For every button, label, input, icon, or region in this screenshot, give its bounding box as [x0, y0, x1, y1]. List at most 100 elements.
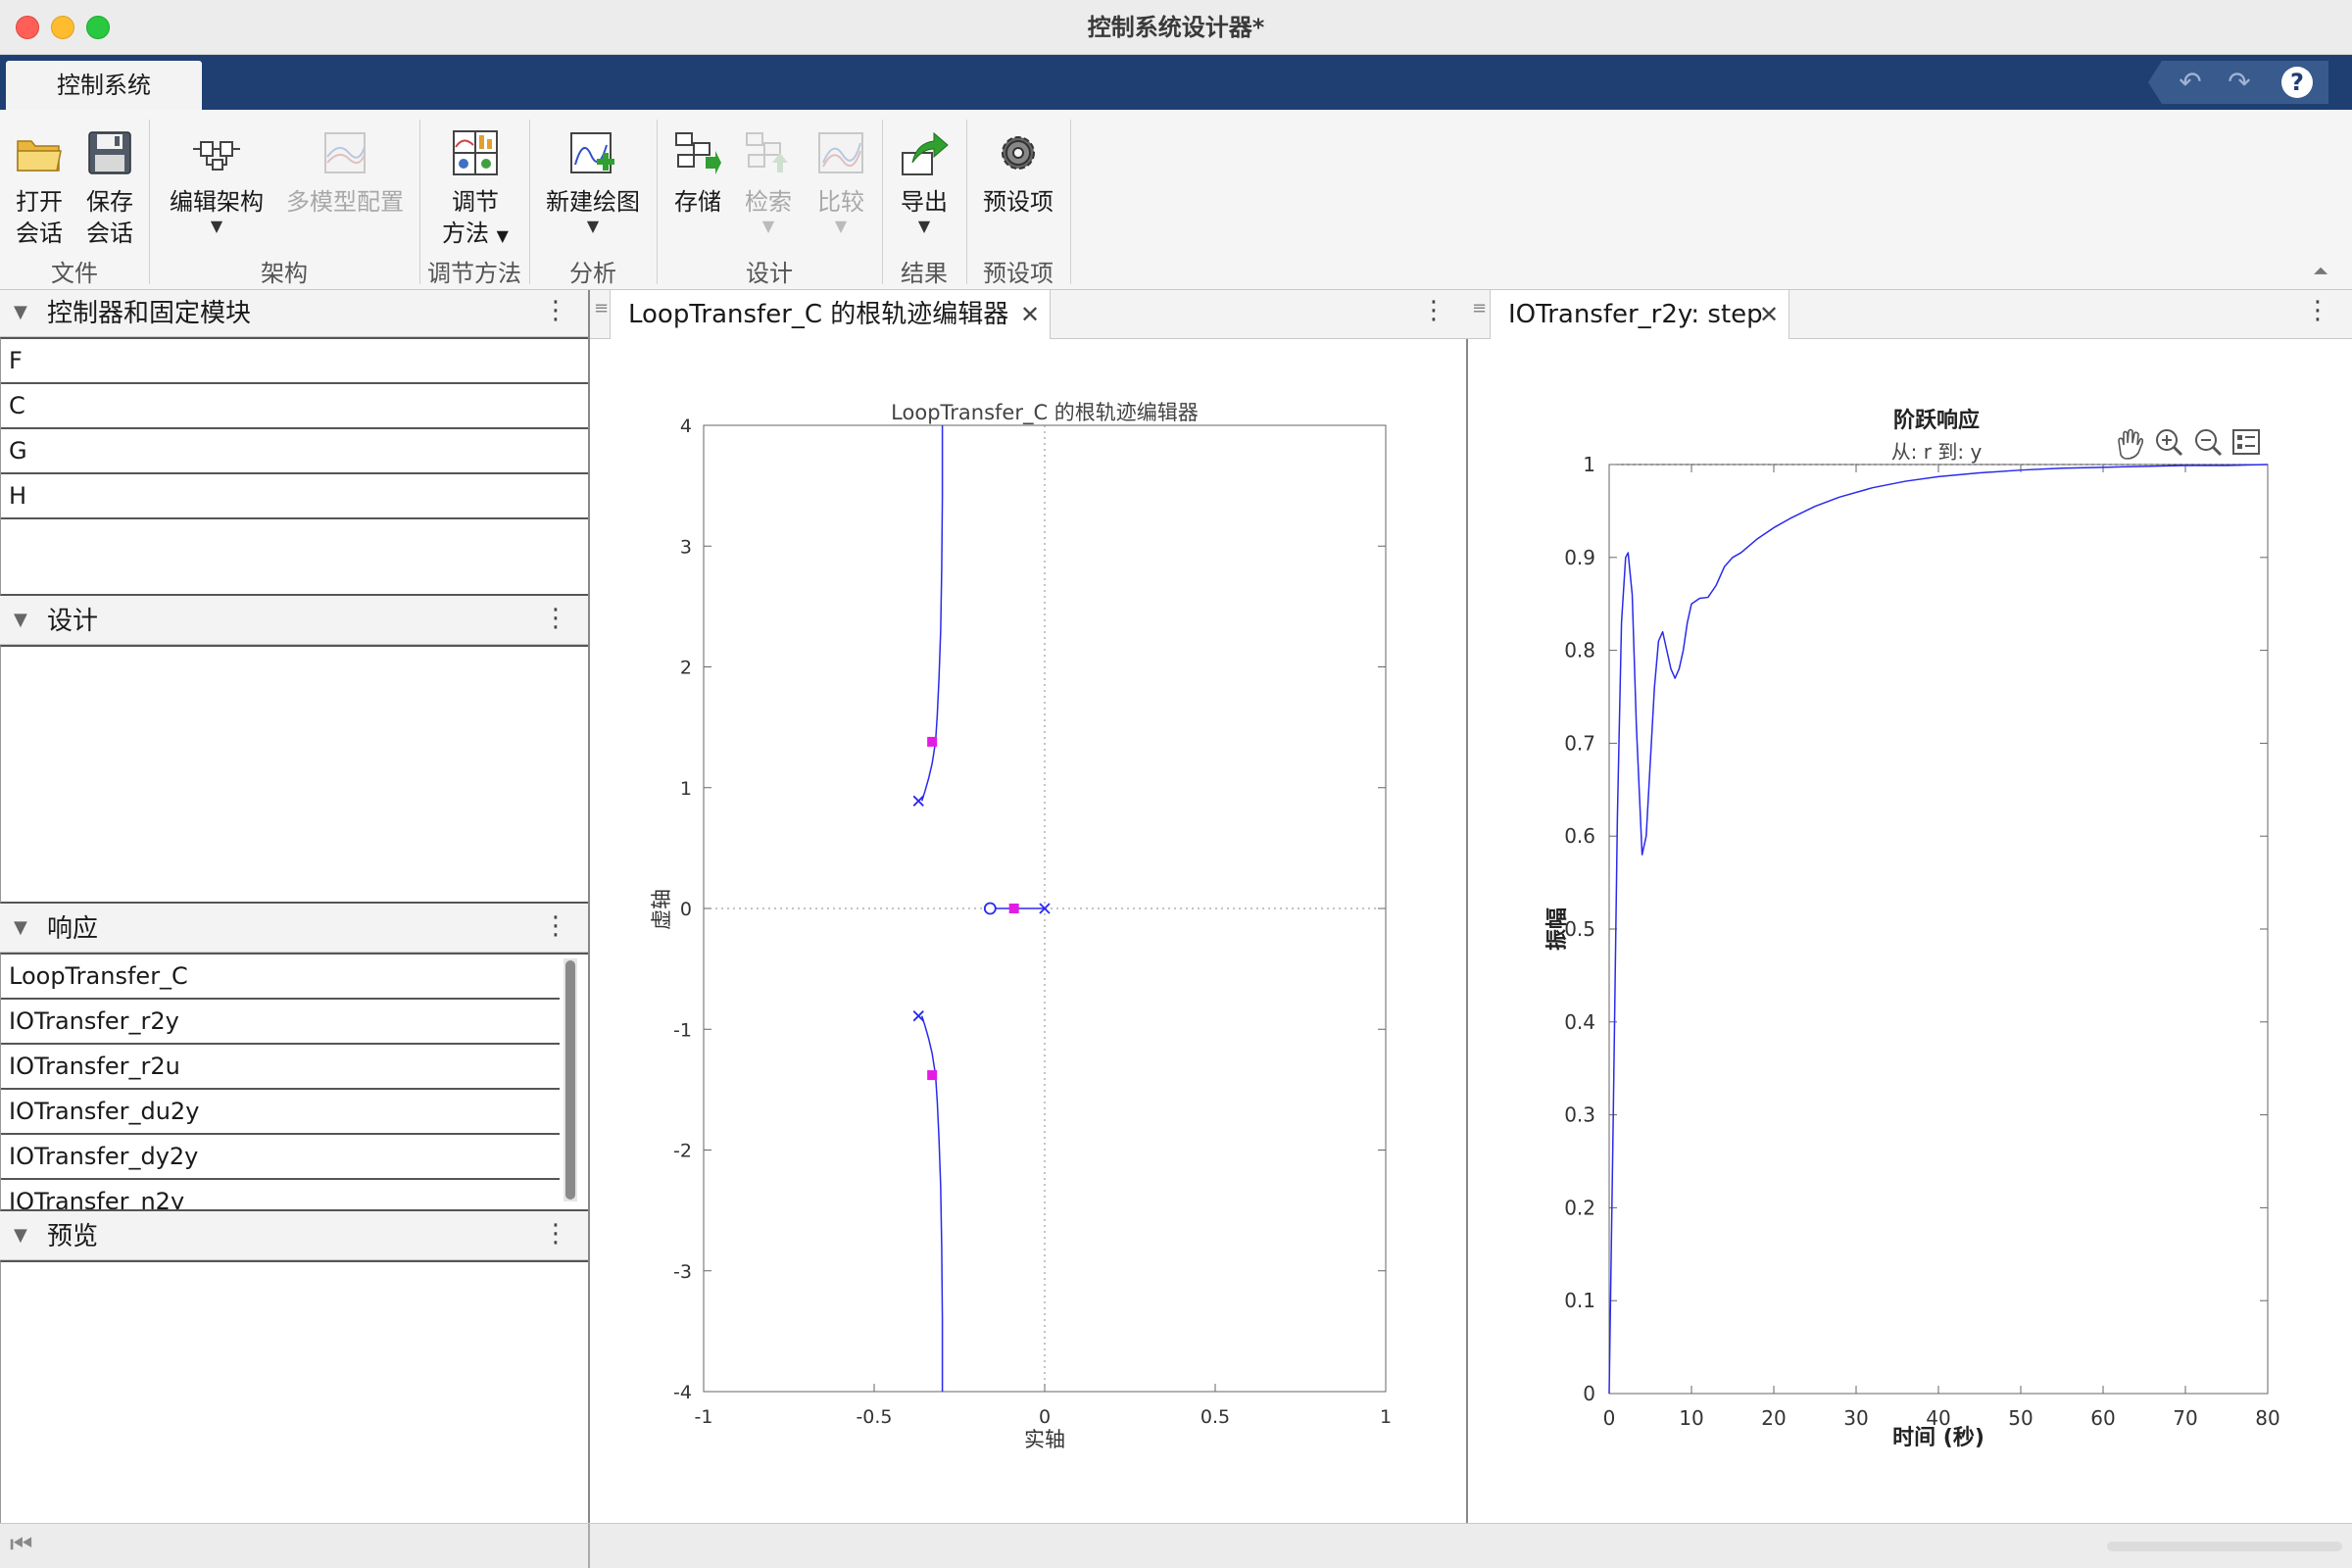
collapse-arrow-icon[interactable]: ▼ — [14, 302, 27, 322]
list-item-response[interactable]: IOTransfer_dy2y — [1, 1135, 560, 1180]
designs-list — [0, 645, 588, 904]
data-browser-panel: ▼ 控制器和固定模块 ⋮ F C G H ▼ 设计 ⋮ ▼ 响应 ⋮ LoopT… — [0, 290, 590, 1523]
preview-section-title: 预览 — [47, 1222, 99, 1251]
controllers-section-header[interactable]: ▼ 控制器和固定模块 ⋮ — [0, 290, 588, 337]
tab-root-locus-editor[interactable]: LoopTransfer_C 的根轨迹编辑器 ✕ — [610, 290, 1051, 339]
preferences-button[interactable]: 预设项 — [976, 127, 1060, 218]
export-button[interactable]: 导出 ▼ — [892, 127, 956, 235]
list-item-response[interactable]: LoopTransfer_C — [1, 955, 560, 1000]
horizontal-scroll-track[interactable] — [2107, 1542, 2342, 1551]
step-response-chart[interactable]: 阶跃响应 从: r 到: y 0 10 20 30 40 50 60 70 80… — [1468, 339, 2352, 1523]
tuning-methods-line1: 调节 — [452, 188, 499, 216]
x-tick-label: 30 — [1843, 1406, 1868, 1430]
step-response-tab-label: IOTransfer_r2y: step — [1508, 300, 1763, 329]
y-tick-label: 0 — [1583, 1382, 1595, 1405]
controllers-list: F C G H — [0, 337, 588, 596]
list-item-response[interactable]: IOTransfer_du2y — [1, 1090, 560, 1135]
zoom-out-icon[interactable] — [2195, 429, 2223, 457]
multi-model-config-button[interactable]: 多模型配置 — [284, 127, 406, 218]
retrieve-icon — [746, 132, 788, 172]
save-session-line2: 会话 — [86, 220, 133, 247]
closed-loop-pole-marker — [927, 1070, 938, 1081]
y-tick-label: 1 — [680, 778, 692, 800]
list-item-response[interactable]: IOTransfer_r2u — [1, 1045, 560, 1090]
collapse-arrow-icon[interactable]: ▼ — [14, 1225, 27, 1246]
store-design-button[interactable]: 存储 — [666, 127, 729, 218]
x-tick-label: -0.5 — [856, 1406, 892, 1428]
data-tips-icon[interactable] — [2232, 429, 2260, 455]
tab-control-system[interactable]: 控制系统 — [6, 61, 202, 110]
y-tick-label: 2 — [680, 658, 692, 679]
zoom-in-icon[interactable] — [2156, 429, 2183, 457]
close-icon[interactable]: ✕ — [1759, 290, 1779, 339]
x-tick-label: 60 — [2090, 1406, 2115, 1430]
save-session-button[interactable]: 保存 会话 — [80, 127, 139, 249]
open-loop-zero-marker — [983, 902, 997, 915]
open-session-button[interactable]: 打开 会话 — [10, 127, 69, 249]
compare-designs-button[interactable]: 比较 ▼ — [809, 127, 872, 235]
x-tick-label: 50 — [2008, 1406, 2033, 1430]
y-tick-label: 0 — [680, 899, 692, 920]
y-tick-label: 0.4 — [1564, 1010, 1595, 1034]
chevron-down-icon: ▼ — [761, 217, 775, 235]
block-diagram-icon — [193, 141, 240, 171]
folder-icon — [17, 140, 62, 172]
preview-section-header[interactable]: ▼ 预览 ⋮ — [0, 1213, 588, 1260]
more-options-icon[interactable]: ⋮ — [1421, 296, 1446, 325]
responses-list: LoopTransfer_C IOTransfer_r2y IOTransfer… — [0, 953, 588, 1211]
chevron-down-icon: ▼ — [210, 217, 223, 235]
preferences-group-label: 预设项 — [983, 260, 1054, 287]
axes-toolbar — [2118, 428, 2260, 460]
save-icon — [88, 131, 131, 174]
step-response-subtitle: 从: r 到: y — [1891, 440, 1983, 464]
x-tick-label: 0.5 — [1200, 1406, 1230, 1428]
root-locus-tab-label: LoopTransfer_C 的根轨迹编辑器 — [628, 300, 1009, 329]
retrieve-design-button[interactable]: 检索 ▼ — [737, 127, 800, 235]
y-tick-label: -4 — [673, 1382, 692, 1403]
more-options-icon[interactable]: ⋮ — [543, 604, 568, 633]
designs-section-header[interactable]: ▼ 设计 ⋮ — [0, 598, 588, 645]
redo-icon[interactable]: ↷ — [2223, 67, 2256, 98]
more-options-icon[interactable]: ⋮ — [543, 296, 568, 325]
list-item-controller[interactable]: G — [1, 429, 588, 474]
tab-step-response[interactable]: IOTransfer_r2y: step ✕ — [1490, 290, 1789, 339]
list-item-controller[interactable]: H — [1, 474, 588, 519]
more-options-icon[interactable]: ⋮ — [543, 1219, 568, 1249]
new-plot-button[interactable]: 新建绘图 ▼ — [541, 127, 645, 235]
edit-architecture-button[interactable]: 编辑架构 ▼ — [163, 127, 270, 235]
root-locus-tab-bar: ≡ LoopTransfer_C 的根轨迹编辑器 ✕ ⋮ — [590, 290, 1468, 339]
tuning-methods-button[interactable]: 调节 方法 ▼ — [431, 127, 519, 252]
more-options-icon[interactable]: ⋮ — [543, 911, 568, 941]
undo-icon[interactable]: ↶ — [2174, 67, 2207, 98]
ribbon-tab-strip: 控制系统 ↶ ↷ ? — [0, 55, 2352, 110]
responses-section-header[interactable]: ▼ 响应 ⋮ — [0, 906, 588, 953]
list-item-response[interactable]: IOTransfer_n2y — [1, 1180, 560, 1209]
scrollbar-thumb[interactable] — [565, 960, 575, 1200]
help-icon[interactable]: ? — [2281, 67, 2313, 98]
more-options-icon[interactable]: ⋮ — [2305, 296, 2330, 325]
collapse-ribbon-icon[interactable]: ⏶ — [2313, 259, 2328, 282]
drag-grip-icon[interactable]: ≡ — [594, 298, 609, 318]
design-group-label: 设计 — [746, 260, 793, 287]
preferences-label: 预设项 — [983, 188, 1054, 216]
list-item-response[interactable]: IOTransfer_r2y — [1, 1000, 560, 1045]
list-item-controller[interactable]: F — [1, 339, 588, 384]
close-icon[interactable]: ✕ — [1020, 290, 1040, 339]
x-tick-label: 10 — [1679, 1406, 1703, 1430]
pan-hand-icon[interactable] — [2118, 428, 2144, 460]
closed-loop-pole-marker — [1008, 904, 1019, 913]
collapse-arrow-icon[interactable]: ▼ — [14, 917, 27, 938]
step-response-ylabel: 振幅 — [1545, 907, 1570, 951]
scrollbar-track[interactable] — [564, 958, 577, 1201]
collapse-panel-icon[interactable]: ⏮ — [10, 1530, 32, 1560]
multi-model-config-label: 多模型配置 — [286, 188, 404, 216]
collapse-arrow-icon[interactable]: ▼ — [14, 610, 27, 630]
list-item-controller[interactable]: C — [1, 384, 588, 429]
drag-grip-icon[interactable]: ≡ — [1472, 298, 1487, 318]
x-tick-label: -1 — [695, 1406, 713, 1428]
y-tick-label: 0.1 — [1564, 1289, 1595, 1312]
step-response-axes-box — [1608, 464, 2269, 1395]
new-plot-label: 新建绘图 — [546, 188, 640, 216]
root-locus-chart[interactable]: LoopTransfer_C 的根轨迹编辑器 -1 -0.5 0 0.5 1 4 3 2 1 0… — [590, 339, 1466, 1523]
export-label: 导出 — [901, 188, 948, 216]
